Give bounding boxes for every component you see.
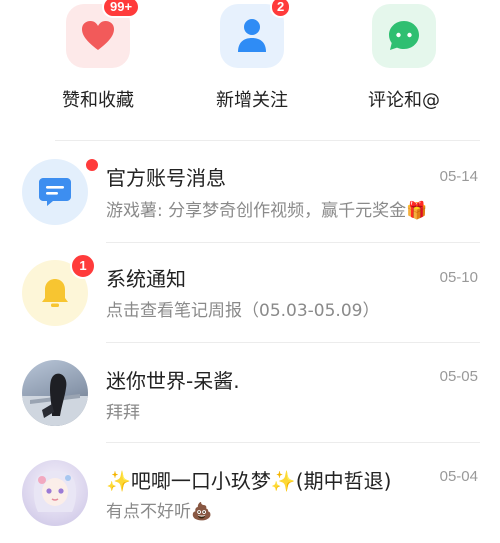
- bell-icon: [42, 279, 68, 307]
- contact-name: ✨吧唧一口小玖梦✨(期中哲退): [106, 469, 392, 493]
- chat-bubble-icon: [389, 21, 419, 50]
- unread-count-badge: 1: [70, 253, 96, 279]
- official-avatar: [22, 159, 88, 225]
- heart-icon: [82, 21, 114, 50]
- section-divider: [55, 140, 480, 141]
- message-time: 05-05: [439, 368, 478, 385]
- message-preview: 点击查看笔记周报（05.03-05.09）: [106, 301, 380, 321]
- avatar-illustration: [33, 471, 77, 512]
- likes-badge: 99+: [102, 0, 141, 18]
- likes-icon-box: 99+: [66, 0, 141, 68]
- message-row-user[interactable]: 迷你世界-呆酱. 05-05 拜拜: [0, 343, 500, 443]
- message-row-official[interactable]: 官方账号消息 05-14 游戏薯: 分享梦奇创作视频，赢千元奖金🎁: [0, 142, 500, 242]
- followers-badge: 2: [270, 0, 292, 18]
- comments-icon-box: [372, 4, 436, 68]
- person-icon: [238, 19, 266, 52]
- avatar-photo: [22, 373, 88, 426]
- message-time: 05-04: [439, 468, 478, 485]
- message-time: 05-10: [439, 269, 478, 286]
- comments-label: 评论和@: [368, 90, 440, 111]
- user-avatar: [22, 460, 88, 526]
- message-bubble-icon: [39, 178, 71, 206]
- contact-name: 官方账号消息: [106, 166, 226, 190]
- message-row-system[interactable]: 1 系统通知 05-10 点击查看笔记周报（05.03-05.09）: [0, 243, 500, 343]
- message-preview: 游戏薯: 分享梦奇创作视频，赢千元奖金🎁: [106, 201, 428, 221]
- message-time: 05-14: [439, 168, 478, 185]
- unread-dot: [84, 157, 100, 173]
- new-followers-tile[interactable]: 2 新增关注: [182, 0, 322, 112]
- contact-name: 系统通知: [106, 267, 186, 291]
- followers-label: 新增关注: [216, 90, 288, 111]
- message-row-user[interactable]: ✨吧唧一口小玖梦✨(期中哲退) 05-04 有点不好听💩: [0, 443, 500, 543]
- contact-name: 迷你世界-呆酱.: [106, 369, 240, 393]
- user-avatar: [22, 360, 88, 426]
- message-preview: 有点不好听💩: [106, 502, 213, 522]
- message-preview: 拜拜: [106, 403, 140, 423]
- likes-label: 赞和收藏: [62, 90, 134, 111]
- likes-and-favorites-tile[interactable]: 99+ 赞和收藏: [28, 0, 168, 112]
- comments-and-mentions-tile[interactable]: 评论和@: [334, 0, 474, 112]
- followers-icon-box: 2: [220, 0, 292, 68]
